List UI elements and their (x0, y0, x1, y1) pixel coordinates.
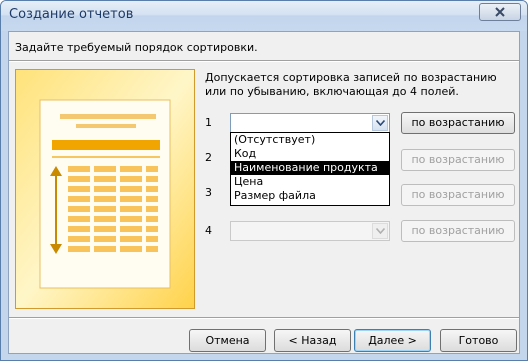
next-button[interactable]: Далее > (354, 329, 431, 352)
dropdown-option[interactable]: Цена (231, 175, 389, 189)
dropdown-option[interactable]: Размер файла (231, 189, 389, 203)
title-bar[interactable]: Создание отчетов (1, 1, 527, 31)
sort-row-1-number: 1 (205, 116, 212, 129)
close-icon (495, 7, 505, 17)
sort-order-2-button[interactable]: по возрастанию (401, 149, 515, 171)
sort-order-1-button[interactable]: по возрастанию (401, 112, 515, 134)
sort-order-3-button[interactable]: по возрастанию (401, 184, 515, 206)
sort-row-3-number: 3 (205, 186, 212, 199)
sort-field-4-select[interactable] (230, 221, 390, 241)
top-divider (9, 60, 519, 62)
dropdown-option-selected[interactable]: Наименование продукта (231, 161, 389, 175)
bottom-divider (9, 317, 519, 319)
wizard-body: Задайте требуемый порядок сортировки. До… (8, 31, 520, 354)
dropdown-option[interactable]: Код (231, 147, 389, 161)
finish-button[interactable]: Готово (440, 329, 517, 352)
sort-field-dropdown-list[interactable]: (Отсутствует) Код Наименование продукта … (230, 132, 390, 206)
window-title: Создание отчетов (9, 7, 134, 22)
sort-row-4-number: 4 (205, 224, 212, 237)
sort-order-4-button[interactable]: по возрастанию (401, 220, 515, 242)
sort-description: Допускается сортировка записей по возрас… (205, 71, 497, 98)
dropdown-option[interactable]: (Отсутствует) (231, 133, 389, 147)
instruction-text: Задайте требуемый порядок сортировки. (15, 41, 258, 54)
sort-row-2-number: 2 (205, 151, 212, 164)
cancel-button[interactable]: Отмена (189, 329, 266, 352)
report-preview-image (15, 69, 195, 309)
sort-field-1-select[interactable] (230, 113, 390, 133)
close-button[interactable] (479, 3, 521, 21)
chevron-down-icon[interactable] (372, 115, 388, 131)
chevron-down-icon[interactable] (372, 223, 388, 239)
report-wizard-window: Создание отчетов Задайте требуемый поряд… (0, 0, 528, 361)
back-button[interactable]: < Назад (274, 329, 351, 352)
